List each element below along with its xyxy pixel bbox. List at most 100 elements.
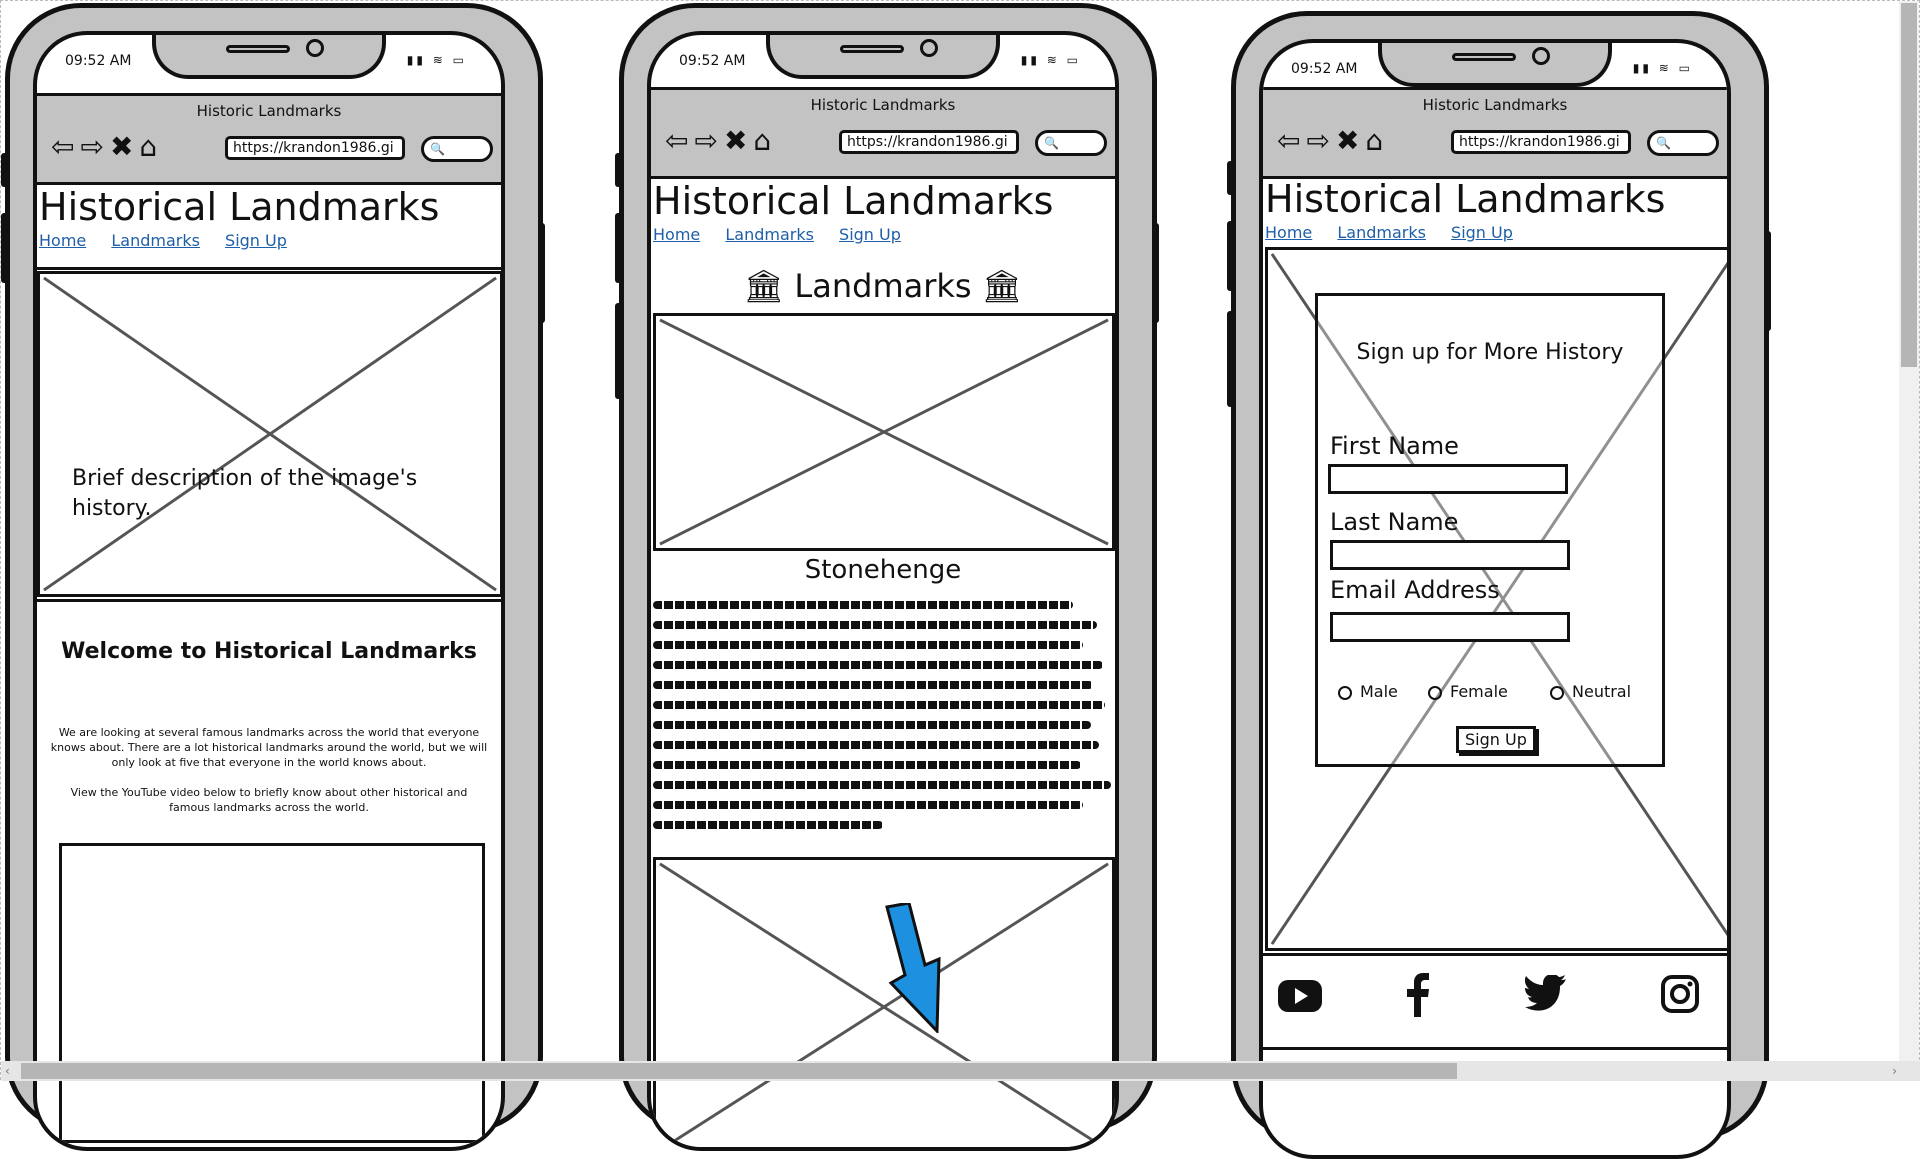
browser-nav-icons[interactable]: ⇦⇨✖⌂ — [1277, 126, 1389, 156]
home-icon[interactable]: ⌂ — [1365, 124, 1389, 157]
notch — [1378, 43, 1612, 87]
scroll-right-icon[interactable]: › — [1892, 1064, 1897, 1078]
signal-wifi-battery-icon: ▮▮ ≋ ▭ — [406, 53, 467, 67]
camera-icon — [306, 39, 324, 57]
nav-landmarks-link[interactable]: Landmarks — [1337, 223, 1426, 242]
vertical-scrollbar[interactable] — [1899, 1, 1919, 1061]
back-arrow-icon[interactable]: ⇦ — [665, 124, 694, 157]
phone-home-mockup: 09:52 AM ▮▮ ≋ ▭ Historic Landmarks ⇦⇨✖⌂ … — [1, 3, 545, 1151]
nav-landmarks-link[interactable]: Landmarks — [111, 231, 200, 250]
home-icon[interactable]: ⌂ — [139, 130, 163, 163]
facebook-icon[interactable] — [1405, 973, 1431, 1017]
radio-male[interactable]: Male — [1338, 682, 1398, 701]
first-name-field[interactable] — [1328, 464, 1568, 494]
phone-signup-mockup: 09:52 AM ▮▮ ≋ ▭ Historic Landmarks ⇦⇨✖⌂ … — [1227, 11, 1771, 1159]
browser-chrome: Historic Landmarks ⇦⇨✖⌂ https://krandon1… — [37, 93, 501, 185]
phone-landmarks-mockup: 09:52 AM ▮▮ ≋ ▭ Historic Landmarks ⇦⇨✖⌂ … — [615, 3, 1159, 1151]
nav-signup-link[interactable]: Sign Up — [839, 225, 901, 244]
search-icon[interactable]: 🔍 — [421, 136, 493, 162]
home-icon[interactable]: ⌂ — [753, 124, 777, 157]
first-name-label: First Name — [1330, 432, 1459, 460]
speaker-icon — [226, 45, 290, 53]
instagram-icon[interactable] — [1661, 975, 1699, 1013]
url-field[interactable]: https://krandon1986.gi — [1451, 130, 1631, 154]
browser-nav-icons[interactable]: ⇦⇨✖⌂ — [51, 132, 163, 162]
close-icon[interactable]: ✖ — [724, 124, 753, 157]
horizontal-scrollbar[interactable]: ‹ › — [1, 1061, 1920, 1081]
nav-home-link[interactable]: Home — [1265, 223, 1312, 242]
vertical-scroll-thumb[interactable] — [1901, 3, 1917, 367]
browser-title: Historic Landmarks — [196, 102, 342, 120]
close-icon[interactable]: ✖ — [1336, 124, 1365, 157]
intro-paragraph: We are looking at several famous landmar… — [50, 726, 488, 769]
phone-screen: 09:52 AM ▮▮ ≋ ▭ Historic Landmarks ⇦⇨✖⌂ … — [33, 31, 505, 1151]
hero-image-placeholder: Brief description of the image's history… — [37, 271, 501, 597]
back-arrow-icon[interactable]: ⇦ — [1277, 124, 1306, 157]
close-icon[interactable]: ✖ — [110, 130, 139, 163]
radio-neutral[interactable]: Neutral — [1550, 682, 1631, 701]
phone-screen: 09:52 AM ▮▮ ≋ ▭ Historic Landmarks ⇦⇨✖⌂ … — [1259, 39, 1731, 1159]
youtube-icon[interactable] — [1277, 979, 1323, 1013]
radio-female[interactable]: Female — [1428, 682, 1508, 701]
site-title: Historical Landmarks — [1265, 177, 1666, 221]
back-arrow-icon[interactable]: ⇦ — [51, 130, 80, 163]
last-name-label: Last Name — [1330, 508, 1459, 536]
signup-form: Sign up for More History First Name Last… — [1315, 293, 1665, 767]
search-icon[interactable]: 🔍 — [1647, 130, 1719, 156]
search-icon[interactable]: 🔍 — [1035, 130, 1107, 156]
nav-home-link[interactable]: Home — [653, 225, 700, 244]
notch — [766, 35, 1000, 79]
browser-title: Historic Landmarks — [810, 96, 956, 114]
landmark-image-placeholder — [653, 313, 1115, 551]
welcome-heading: Welcome to Historical Landmarks — [61, 639, 477, 664]
scroll-left-icon[interactable]: ‹ — [5, 1064, 10, 1078]
browser-nav-icons[interactable]: ⇦⇨✖⌂ — [665, 126, 777, 156]
status-bar: 09:52 AM ▮▮ ≋ ▭ — [651, 35, 1115, 93]
last-name-field[interactable] — [1330, 540, 1570, 570]
clock: 09:52 AM — [1291, 61, 1358, 77]
landmarks-heading: 🏛 Landmarks 🏛 — [743, 267, 1023, 305]
nav-home-link[interactable]: Home — [39, 231, 86, 250]
site-title: Historical Landmarks — [653, 179, 1054, 223]
forward-arrow-icon[interactable]: ⇨ — [80, 130, 109, 163]
landmark-description-text — [651, 595, 1115, 829]
footer-divider — [1263, 953, 1727, 956]
landmark-name: Stonehenge — [804, 555, 962, 585]
url-field[interactable]: https://krandon1986.gi — [225, 136, 405, 160]
site-nav: Home Landmarks Sign Up — [1265, 223, 1533, 242]
nav-signup-link[interactable]: Sign Up — [1451, 223, 1513, 242]
wireframe-canvas: 09:52 AM ▮▮ ≋ ▭ Historic Landmarks ⇦⇨✖⌂ … — [0, 0, 1920, 1159]
camera-icon — [920, 39, 938, 57]
forward-arrow-icon[interactable]: ⇨ — [694, 124, 723, 157]
header-divider — [37, 267, 501, 270]
speaker-icon — [840, 45, 904, 53]
twitter-icon[interactable] — [1525, 975, 1567, 1011]
notch — [152, 35, 386, 79]
site-title: Historical Landmarks — [39, 185, 440, 229]
site-nav: Home Landmarks Sign Up — [653, 225, 921, 244]
browser-title: Historic Landmarks — [1422, 96, 1568, 114]
signup-heading: Sign up for More History — [1356, 340, 1624, 365]
browser-chrome: Historic Landmarks ⇦⇨✖⌂ https://krandon1… — [651, 87, 1115, 179]
nav-landmarks-link[interactable]: Landmarks — [725, 225, 814, 244]
site-nav: Home Landmarks Sign Up — [39, 231, 307, 250]
email-field[interactable] — [1330, 612, 1570, 642]
horizontal-scroll-thumb[interactable] — [21, 1063, 1457, 1079]
status-bar: 09:52 AM ▮▮ ≋ ▭ — [37, 35, 501, 93]
youtube-video-placeholder[interactable] — [59, 843, 485, 1143]
url-field[interactable]: https://krandon1986.gi — [839, 130, 1019, 154]
section-divider — [37, 599, 501, 602]
browser-chrome: Historic Landmarks ⇦⇨✖⌂ https://krandon1… — [1263, 87, 1727, 179]
speaker-icon — [1452, 53, 1516, 61]
forward-arrow-icon[interactable]: ⇨ — [1306, 124, 1335, 157]
video-paragraph: View the YouTube video below to briefly … — [70, 786, 468, 814]
clock: 09:52 AM — [65, 53, 132, 69]
social-footer — [1263, 973, 1727, 1043]
email-label: Email Address — [1330, 576, 1500, 604]
nav-signup-link[interactable]: Sign Up — [225, 231, 287, 250]
cursor-arrow-icon — [885, 903, 941, 1033]
signal-wifi-battery-icon: ▮▮ ≋ ▭ — [1632, 61, 1693, 75]
footer-bottom-divider — [1263, 1047, 1727, 1050]
signup-submit-button[interactable]: Sign Up — [1456, 726, 1536, 753]
image-caption: Brief description of the image's history… — [72, 466, 418, 521]
